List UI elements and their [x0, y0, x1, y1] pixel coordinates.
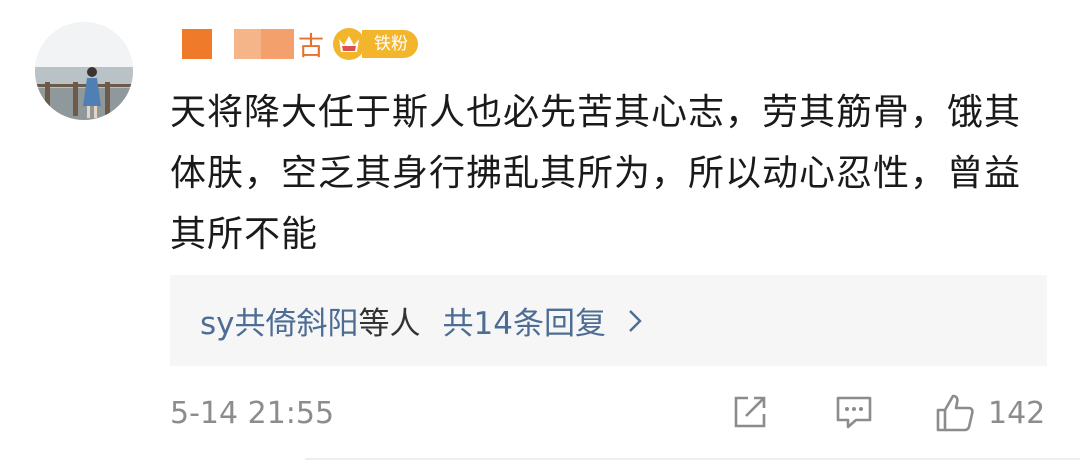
timestamp: 5-14 21:55: [170, 396, 335, 431]
divider: [305, 458, 1080, 460]
comment-icon: [836, 396, 872, 429]
reply-connector: 等人: [358, 306, 421, 342]
chevron-right-icon: [629, 309, 642, 332]
comment-button[interactable]: [834, 392, 874, 432]
username-tail: 古: [298, 31, 325, 62]
share-button[interactable]: [730, 392, 770, 432]
reply-count-link[interactable]: 共14条回复: [443, 298, 606, 343]
badge-label: 铁粉: [362, 30, 419, 58]
reply-user-link[interactable]: sy共倚斜阳: [200, 298, 359, 343]
username-redacted-block: [234, 29, 294, 59]
username[interactable]: 古 铁粉: [182, 24, 419, 64]
comment-footer: 5-14 21:55 142: [170, 388, 1050, 438]
like-button[interactable]: 142: [934, 392, 1045, 434]
share-icon: [734, 396, 766, 428]
fan-badge[interactable]: 铁粉: [330, 27, 419, 61]
comment-text: 天将降大任于斯人也必先苦其心志，劳其筋骨，饿其体肤，空乏其身行拂乱其所为，所以动…: [170, 92, 1022, 255]
reply-summary[interactable]: sy共倚斜阳 等人 共14条回复: [170, 275, 1047, 366]
avatar[interactable]: [35, 22, 133, 120]
like-count: 142: [988, 395, 1046, 431]
username-redacted-block: [182, 29, 212, 59]
thumbs-up-icon: [936, 394, 974, 432]
